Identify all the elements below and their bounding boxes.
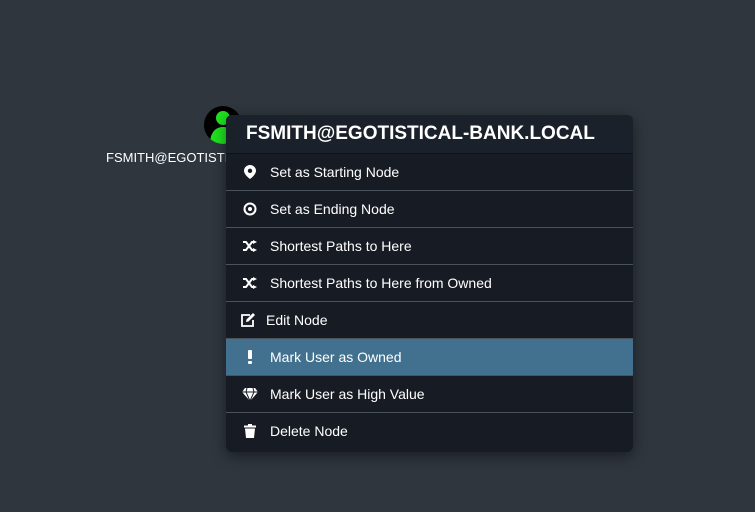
graph-canvas[interactable]: FSMITH@EGOTISTICAL-BANK.LOCAL FSMITH@EGO… [0, 0, 755, 512]
node-label: FSMITH@EGOTISTICAL-BANK.LOCAL [106, 150, 236, 165]
menu-item-label: Mark User as Owned [270, 349, 402, 365]
trash-icon [226, 424, 270, 438]
map-marker-icon [226, 165, 270, 179]
mark-owned-item[interactable]: Mark User as Owned [226, 339, 633, 376]
menu-item-label: Edit Node [266, 312, 328, 328]
menu-item-label: Delete Node [270, 423, 348, 439]
menu-item-label: Mark User as High Value [270, 386, 425, 402]
edit-node-item[interactable]: Edit Node [226, 302, 633, 339]
edit-icon [226, 313, 266, 327]
shortest-paths-item[interactable]: Shortest Paths to Here [226, 228, 633, 265]
exclamation-icon [226, 350, 270, 364]
delete-node-item[interactable]: Delete Node [226, 413, 633, 449]
menu-item-label: Set as Starting Node [270, 164, 400, 180]
menu-item-label: Shortest Paths to Here from Owned [270, 275, 492, 291]
context-menu: FSMITH@EGOTISTICAL-BANK.LOCAL Set as Sta… [226, 115, 633, 452]
random-icon [226, 277, 270, 289]
gem-icon [226, 387, 270, 401]
set-ending-node-item[interactable]: Set as Ending Node [226, 191, 633, 228]
mark-high-value-item[interactable]: Mark User as High Value [226, 376, 633, 413]
set-starting-node-item[interactable]: Set as Starting Node [226, 154, 633, 191]
shortest-paths-owned-item[interactable]: Shortest Paths to Here from Owned [226, 265, 633, 302]
random-icon [226, 240, 270, 252]
menu-title: FSMITH@EGOTISTICAL-BANK.LOCAL [226, 115, 633, 154]
bullseye-icon [226, 202, 270, 216]
menu-item-label: Set as Ending Node [270, 201, 395, 217]
menu-item-label: Shortest Paths to Here [270, 238, 412, 254]
